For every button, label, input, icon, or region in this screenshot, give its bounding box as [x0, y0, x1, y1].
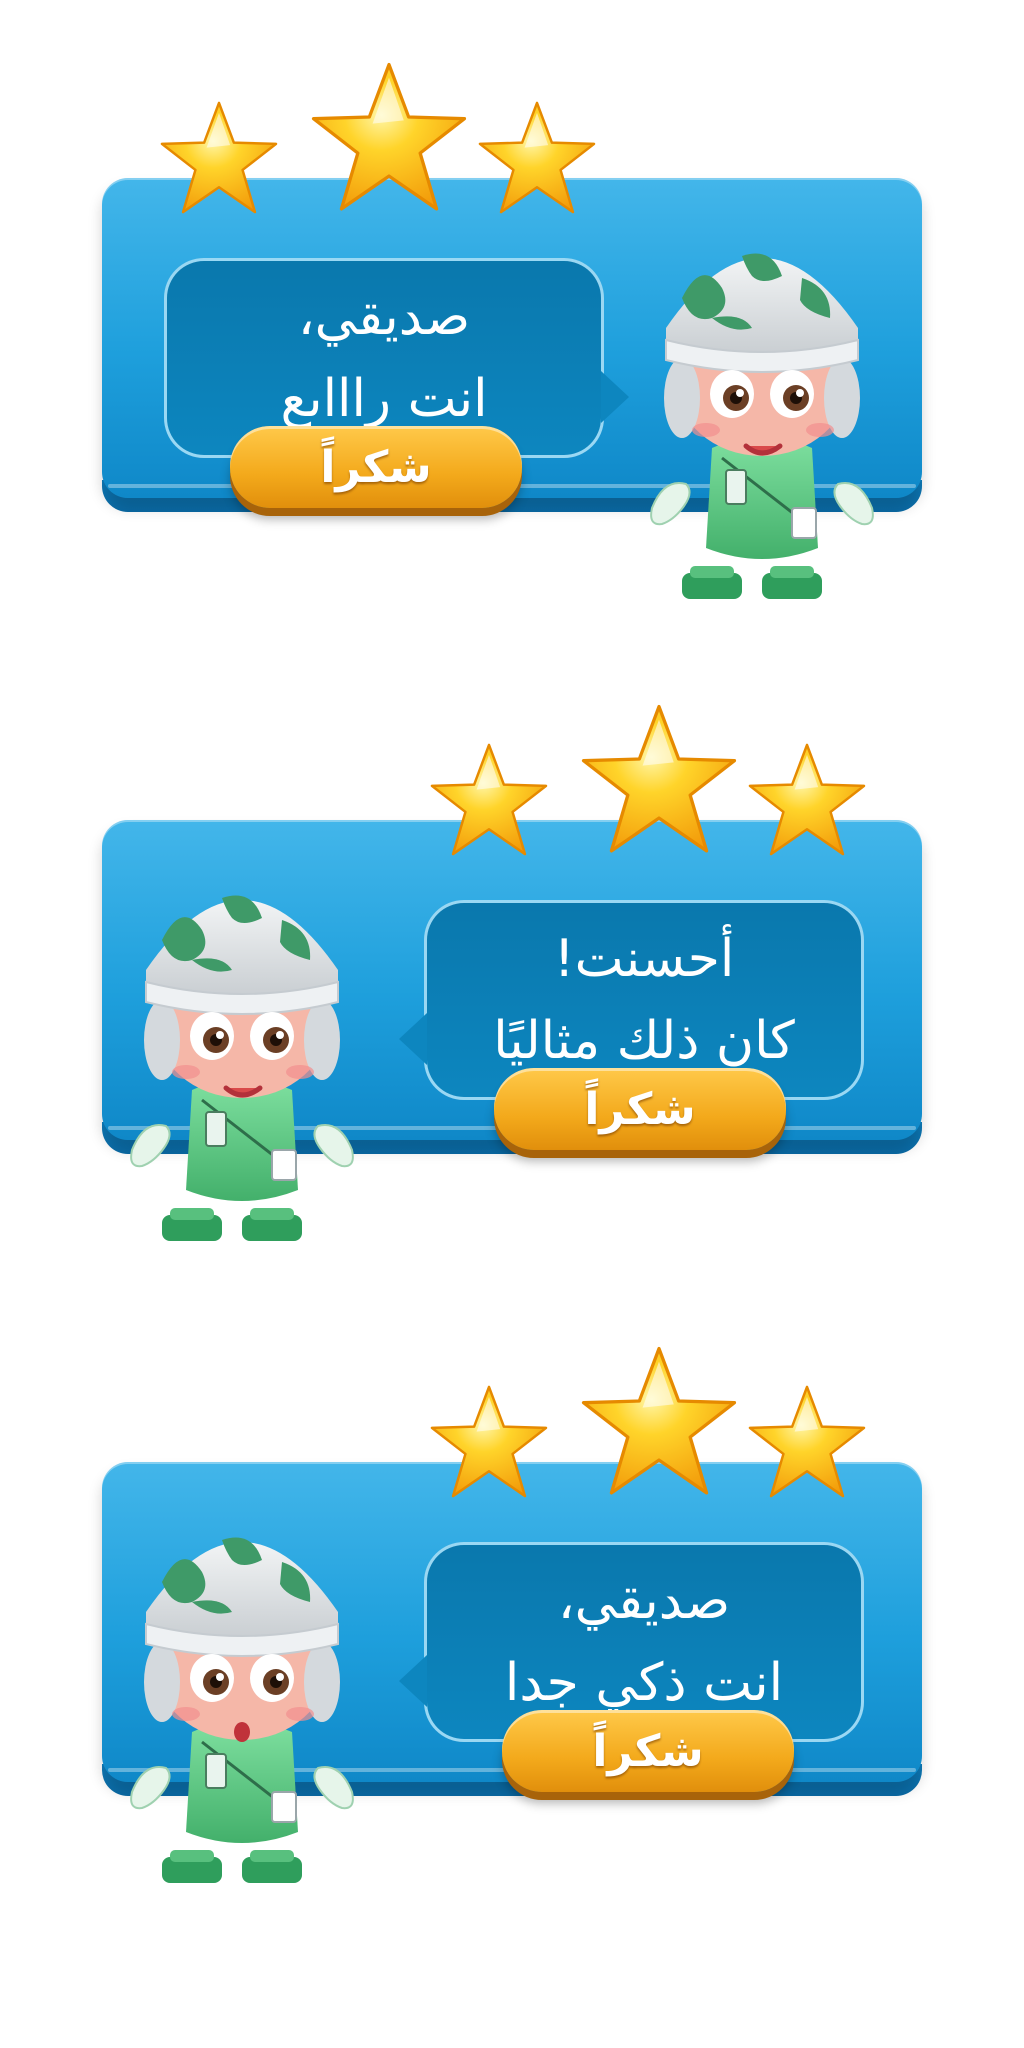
thanks-button[interactable]: شكراً — [230, 426, 522, 508]
message-line-1: صديقي، — [297, 287, 471, 347]
message-line-1: أحسنت! — [553, 929, 735, 989]
star-icon — [475, 98, 599, 222]
rating-stars — [427, 1342, 867, 1512]
star-icon — [427, 1382, 551, 1506]
thanks-button[interactable]: شكراً — [494, 1068, 786, 1150]
thanks-button[interactable]: شكراً — [502, 1710, 794, 1792]
rating-stars — [157, 58, 597, 228]
star-icon — [577, 1342, 741, 1506]
star-icon — [427, 740, 551, 864]
star-icon — [307, 58, 471, 222]
reward-card-3: صديقي، انت ذكي جدا شكراً — [102, 1342, 922, 1802]
star-icon — [157, 98, 281, 222]
reward-card-2: أحسنت! كان ذلك مثاليًا شكراً — [102, 700, 922, 1160]
character-avatar — [642, 208, 882, 608]
message-line-1: صديقي، — [557, 1571, 731, 1631]
rating-stars — [427, 700, 867, 870]
character-avatar — [122, 850, 362, 1250]
star-icon — [577, 700, 741, 864]
star-icon — [745, 1382, 869, 1506]
star-icon — [745, 740, 869, 864]
reward-card-1: صديقي، انت راااىع شكراً — [102, 58, 922, 518]
character-avatar — [122, 1492, 362, 1892]
